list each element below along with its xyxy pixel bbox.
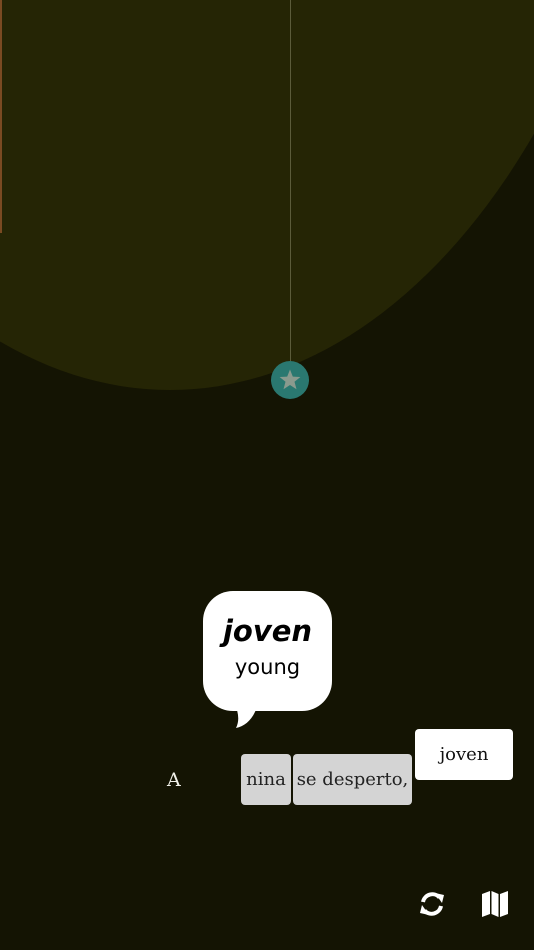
star-node[interactable]	[271, 361, 309, 399]
map-button[interactable]	[478, 887, 512, 921]
star-icon	[279, 369, 301, 390]
bubble-tail	[235, 704, 258, 728]
left-edge-accent	[0, 0, 2, 233]
sentence-lead-word: A	[167, 769, 181, 791]
bubble-word: joven	[222, 614, 313, 648]
translation-bubble: joven young	[203, 591, 332, 711]
map-icon	[482, 891, 508, 917]
refresh-button[interactable]	[415, 887, 449, 921]
filled-tile-se-desperto[interactable]: se desperto,	[293, 754, 412, 805]
bubble-translation: young	[234, 655, 301, 679]
choice-tile-joven[interactable]: joven	[415, 729, 513, 780]
sky-dome	[0, 0, 534, 390]
game-scene: joven young A nina se desperto, joven	[0, 0, 534, 950]
filled-tile-nina[interactable]: nina	[241, 754, 291, 805]
refresh-icon	[420, 892, 444, 916]
hanging-string	[290, 0, 291, 363]
